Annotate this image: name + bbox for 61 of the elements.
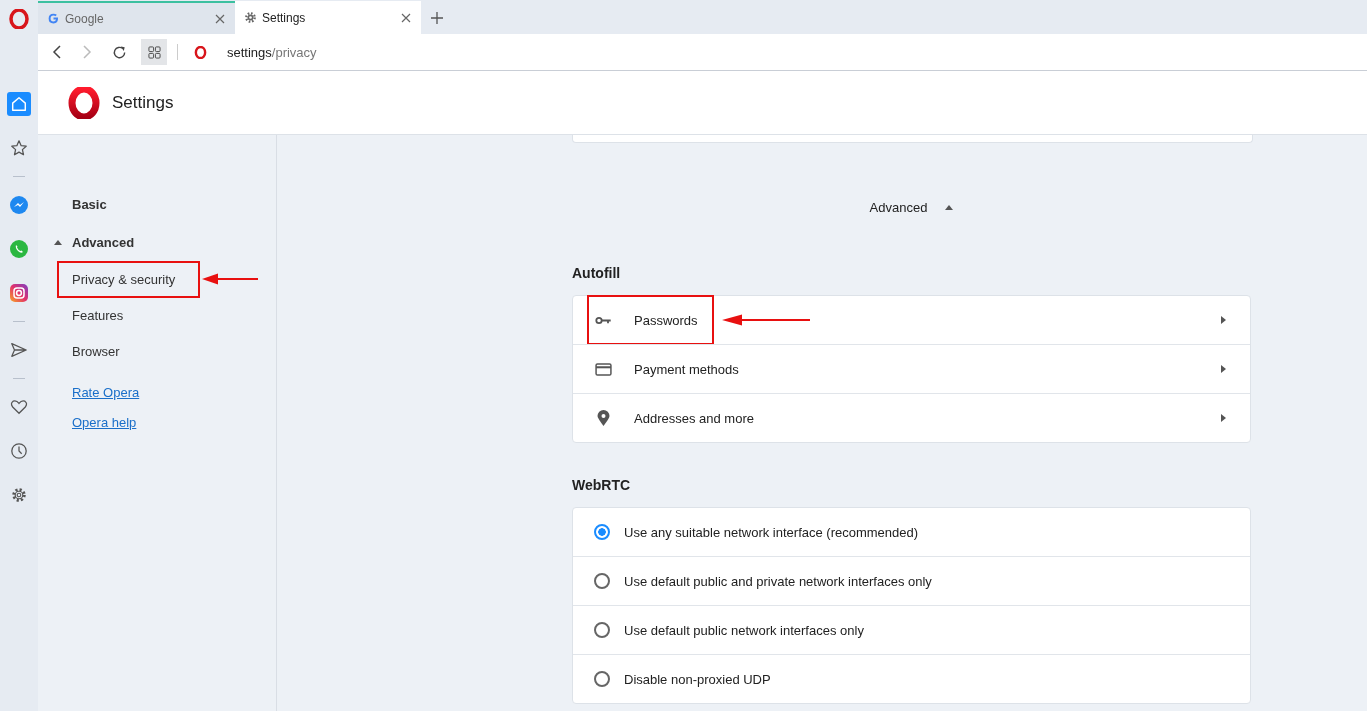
home-icon bbox=[10, 95, 28, 113]
collapse-icon[interactable] bbox=[54, 239, 62, 245]
browser-tab[interactable]: Settings bbox=[235, 1, 421, 34]
grid-icon bbox=[147, 45, 161, 59]
heart-icon bbox=[10, 398, 28, 416]
collapse-icon[interactable] bbox=[945, 205, 954, 210]
chevron-icon bbox=[1221, 316, 1226, 324]
section-heading: Autofill bbox=[572, 265, 622, 281]
option-label: Use default public and private network interfaces only bbox=[624, 573, 932, 589]
help-link[interactable]: Rate Opera bbox=[72, 385, 140, 400]
opera-logo-icon[interactable] bbox=[9, 9, 29, 29]
tabs-grid-button[interactable] bbox=[141, 39, 167, 65]
phone-chat-icon bbox=[9, 239, 29, 259]
option-label: Use any suitable network interface (recommended) bbox=[624, 524, 919, 540]
star-icon bbox=[10, 139, 28, 157]
clock-icon bbox=[10, 442, 28, 460]
page-title: Settings bbox=[112, 92, 174, 113]
gear-icon bbox=[244, 11, 257, 24]
opera-logo-icon bbox=[194, 45, 207, 59]
new-tab-icon[interactable] bbox=[431, 12, 443, 24]
radio-button[interactable] bbox=[594, 671, 610, 687]
row-label: Addresses and more bbox=[634, 410, 754, 426]
nav-item[interactable]: Advanced bbox=[72, 227, 135, 257]
row-label: Passwords bbox=[634, 312, 698, 328]
nav-item[interactable]: Features bbox=[72, 300, 124, 330]
camera-app-icon bbox=[9, 283, 29, 303]
row-label: Payment methods bbox=[634, 361, 739, 377]
location-pin-icon bbox=[595, 410, 612, 426]
reload-icon[interactable] bbox=[112, 44, 127, 60]
messenger-icon bbox=[9, 195, 29, 215]
address-field[interactable]: settings/privacy bbox=[227, 44, 317, 60]
back-icon[interactable] bbox=[52, 45, 62, 59]
chevron-icon bbox=[1221, 365, 1226, 373]
browser-tab[interactable]: Google bbox=[38, 1, 235, 34]
radio-button[interactable] bbox=[594, 622, 610, 638]
option-label: Use default public network interfaces only bbox=[624, 622, 864, 638]
option-label: Disable non-proxied UDP bbox=[624, 671, 771, 687]
settings-icon bbox=[10, 486, 28, 504]
close-icon[interactable] bbox=[215, 13, 225, 24]
advanced-toggle[interactable]: Advanced bbox=[869, 200, 928, 215]
settings-row[interactable]: Passwords bbox=[573, 296, 1250, 344]
annotation-arrow bbox=[202, 273, 259, 285]
send-icon bbox=[10, 341, 28, 359]
radio-button[interactable] bbox=[594, 524, 610, 540]
sidebar-button[interactable] bbox=[7, 193, 31, 217]
settings-row[interactable]: Addresses and more bbox=[573, 393, 1250, 442]
nav-item[interactable]: Browser bbox=[72, 336, 120, 366]
opera-logo-icon bbox=[68, 86, 100, 119]
google-icon bbox=[47, 12, 60, 25]
radio-button[interactable] bbox=[594, 573, 610, 589]
sidebar-button[interactable] bbox=[7, 281, 31, 305]
settings-row[interactable]: Payment methods bbox=[573, 344, 1250, 393]
credit-card-icon bbox=[595, 362, 612, 376]
nav-item[interactable]: Basic bbox=[72, 189, 107, 219]
close-icon[interactable] bbox=[401, 12, 411, 23]
chevron-icon bbox=[1221, 414, 1226, 422]
key-icon bbox=[595, 315, 612, 325]
section-heading: WebRTC bbox=[572, 477, 632, 493]
sidebar-button[interactable] bbox=[7, 92, 31, 116]
help-link[interactable]: Opera help bbox=[72, 415, 137, 430]
nav-item[interactable]: Privacy & security bbox=[59, 262, 199, 296]
